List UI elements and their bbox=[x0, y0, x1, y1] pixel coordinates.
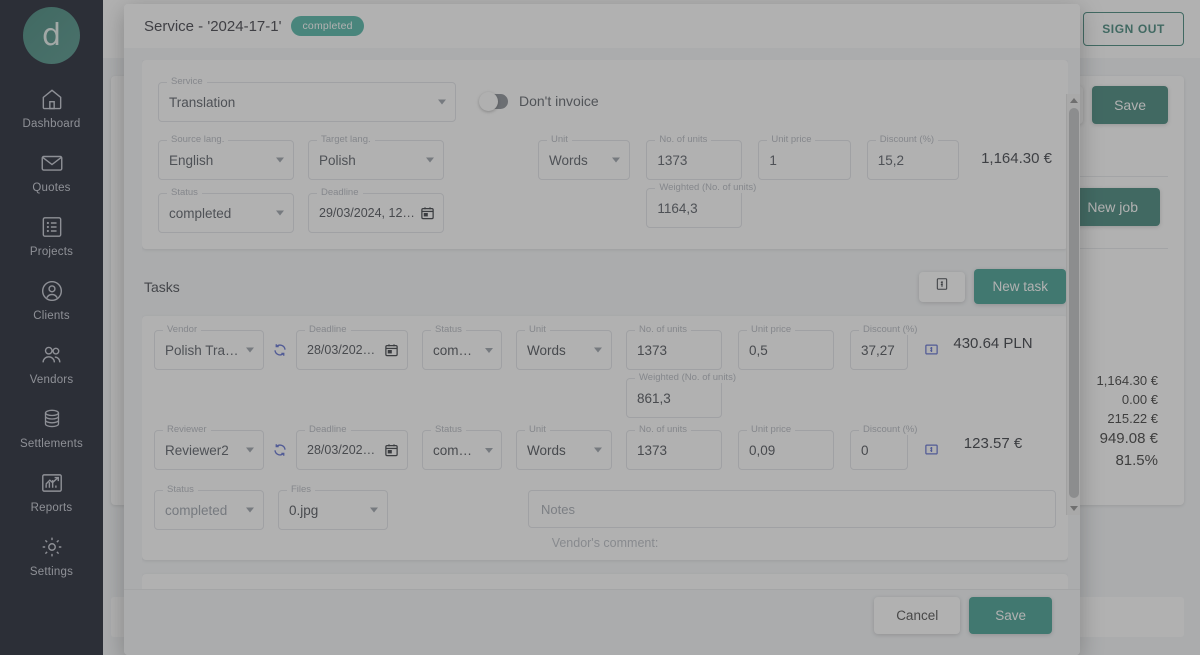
modal-overlay[interactable] bbox=[0, 0, 1200, 655]
app-root: d Dashboard Quotes bbox=[0, 0, 1200, 655]
